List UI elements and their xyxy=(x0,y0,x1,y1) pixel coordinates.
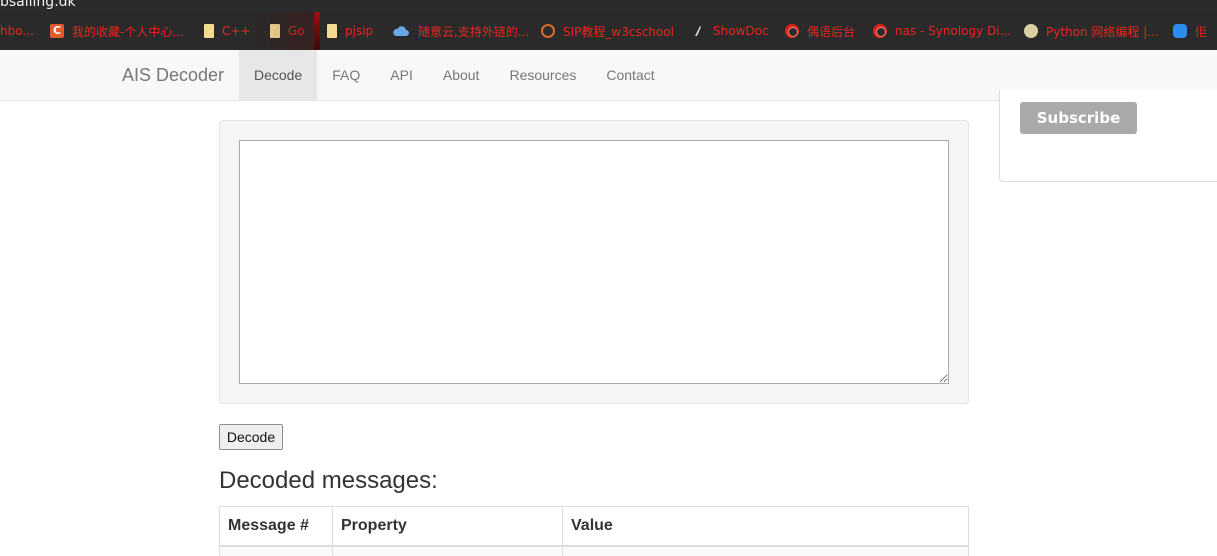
folder-icon xyxy=(204,24,214,38)
column-header-value: Value xyxy=(562,506,969,547)
python-icon xyxy=(1024,24,1038,38)
decode-button[interactable]: Decode xyxy=(219,424,283,450)
nav-item-about[interactable]: About xyxy=(428,50,495,100)
bookmark-label: SIP教程_w3cschool xyxy=(563,24,674,39)
bookmark-showdoc[interactable]: ShowDoc xyxy=(691,12,769,50)
globe-icon xyxy=(873,24,887,38)
bookmark-label: pjsip xyxy=(345,24,374,38)
chat-icon xyxy=(1173,24,1187,38)
nav-item-contact[interactable]: Contact xyxy=(591,50,669,100)
column-header-property: Property xyxy=(332,506,563,547)
decoded-messages-table: Message # Property Value xyxy=(219,506,969,556)
bookmark-folder-pjsip[interactable]: pjsip xyxy=(327,12,373,50)
subscribe-button[interactable]: Subscribe xyxy=(1020,102,1137,134)
nav-item-api[interactable]: API xyxy=(375,50,428,100)
results-heading: Decoded messages: xyxy=(219,467,438,494)
bookmark-label: hbo... xyxy=(0,24,34,38)
bookmark-label: C++ xyxy=(222,24,251,38)
site-brand[interactable]: AIS Decoder xyxy=(122,50,224,100)
table-cell xyxy=(562,545,969,556)
nmea-input[interactable] xyxy=(239,140,949,384)
bookmark-label: nas - Synology Di... xyxy=(895,24,1012,38)
csdn-c-icon: C xyxy=(50,24,64,38)
nav-item-faq[interactable]: FAQ xyxy=(317,50,375,100)
bookmark-python-network[interactable]: Python 网络编程 |... xyxy=(1024,12,1159,50)
bookmark-hbo[interactable]: hbo... xyxy=(0,12,34,50)
bookmarks-bar: hbo... C 我的收藏-个人中心... C++ Go pjsip 随意云,支… xyxy=(0,12,1217,50)
folder-icon xyxy=(327,24,337,38)
render-artifact xyxy=(248,12,314,50)
globe-icon xyxy=(785,24,799,38)
cloud-icon xyxy=(393,26,409,36)
bookmark-ouyu-admin[interactable]: 偶语后台 xyxy=(785,12,855,50)
table-cell xyxy=(332,545,563,556)
bookmark-label: 我的收藏-个人中心... xyxy=(72,24,184,39)
bookmark-folder-cpp[interactable]: C++ xyxy=(204,12,251,50)
table-cell xyxy=(219,545,333,556)
nav-menu: Decode FAQ API About Resources Contact xyxy=(239,50,670,100)
input-well xyxy=(219,120,969,404)
bookmark-csdn-favorites[interactable]: C 我的收藏-个人中心... xyxy=(50,12,184,50)
bookmark-sip-w3cschool[interactable]: SIP教程_w3cschool xyxy=(541,12,674,50)
bookmark-label: ShowDoc xyxy=(713,24,769,38)
column-header-message-number: Message # xyxy=(219,506,333,547)
render-artifact xyxy=(314,12,320,50)
w3c-icon xyxy=(541,24,555,38)
bookmark-label: Python 网络编程 |... xyxy=(1046,24,1159,39)
bookmark-label: 随意云,支持外链的... xyxy=(418,24,530,39)
url-text: bsailing.dk xyxy=(0,0,76,10)
table-header-row: Message # Property Value xyxy=(219,506,969,547)
bookmark-synology-nas[interactable]: nas - Synology Di... xyxy=(873,12,1011,50)
nav-item-resources[interactable]: Resources xyxy=(494,50,591,100)
table-row xyxy=(219,545,969,556)
bookmark-label: 偶语后台 xyxy=(807,24,856,39)
bookmark-chat[interactable]: 佢 xyxy=(1173,12,1207,50)
address-bar-fragment: bsailing.dk xyxy=(0,0,1217,12)
nav-item-decode[interactable]: Decode xyxy=(239,50,318,100)
showdoc-icon xyxy=(695,26,701,36)
bookmark-label: 佢 xyxy=(1195,24,1208,39)
bookmark-suiyiyun[interactable]: 随意云,支持外链的... xyxy=(392,12,529,50)
